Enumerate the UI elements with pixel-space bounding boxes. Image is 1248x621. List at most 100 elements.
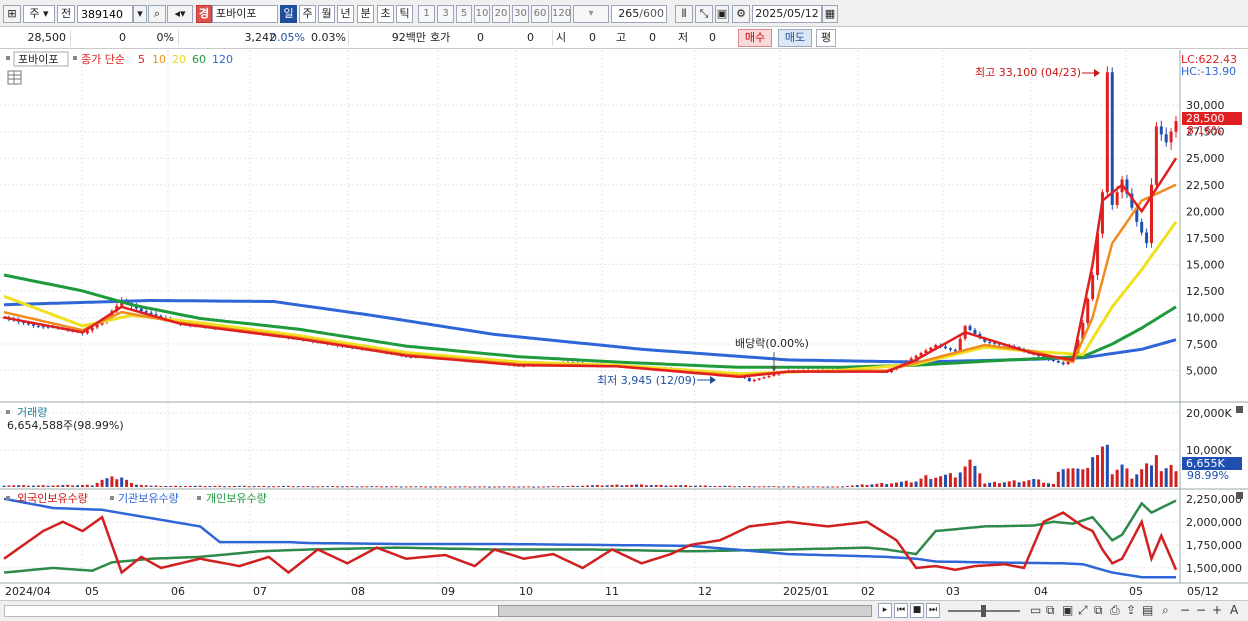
- volume-bar: [306, 486, 310, 488]
- volume-bar: [581, 485, 585, 487]
- interval-1[interactable]: 주: [299, 5, 316, 23]
- stock-name-field[interactable]: 포바이포: [212, 5, 278, 23]
- stock-code-input[interactable]: [77, 5, 133, 23]
- candle-body: [1145, 232, 1149, 244]
- fit-icon[interactable]: ⤢: [1078, 603, 1088, 618]
- candle-body: [1174, 121, 1178, 132]
- period-dropdown[interactable]: 주 ▾: [23, 5, 55, 23]
- interval-0[interactable]: 일: [280, 5, 297, 23]
- price-tick-label: 22,500: [1186, 179, 1225, 192]
- individual-legend[interactable]: 개인보유수량: [206, 492, 267, 505]
- volume-bar: [1125, 468, 1129, 487]
- volume-bar: [316, 486, 320, 488]
- foreign-legend[interactable]: 외국인보유수량: [17, 492, 88, 505]
- institution-legend[interactable]: 기관보유수량: [118, 492, 179, 505]
- candle-body: [1105, 72, 1109, 193]
- volume-bar: [841, 486, 845, 488]
- code-dropdown-icon[interactable]: ▾: [133, 5, 147, 23]
- date-field[interactable]: 2025/05/12: [752, 5, 822, 23]
- scroll-last-icon[interactable]: ⏭: [926, 603, 940, 618]
- minus-icon[interactable]: −: [1196, 603, 1206, 618]
- pane-close-icon[interactable]: [1236, 492, 1243, 499]
- interval-2[interactable]: 월: [318, 5, 335, 23]
- volume-bar: [1081, 469, 1085, 487]
- zoom-out-icon[interactable]: −: [1180, 603, 1190, 618]
- volume-bar: [149, 485, 153, 487]
- period-number-7[interactable]: 120: [551, 5, 571, 23]
- volume-bar: [12, 485, 16, 487]
- period-number-4[interactable]: 20: [492, 5, 510, 23]
- candle-type-icon[interactable]: ⫴: [675, 5, 693, 23]
- layout2-icon[interactable]: ⧉: [1046, 603, 1055, 618]
- sell-button[interactable]: 매도: [778, 29, 812, 47]
- plus-icon[interactable]: +: [1212, 603, 1222, 618]
- custom-period-dropdown[interactable]: ▾: [573, 5, 609, 23]
- layout-icon[interactable]: ▭: [1030, 603, 1041, 618]
- candle-body: [948, 348, 952, 350]
- volume-bar: [762, 486, 766, 488]
- period-number-1[interactable]: 3: [437, 5, 454, 23]
- volume-bar: [458, 486, 462, 488]
- export-icon[interactable]: ⇪: [1126, 603, 1136, 618]
- x-tick-label: 09: [441, 585, 455, 598]
- count-field[interactable]: 265/600: [611, 5, 667, 23]
- search-icon[interactable]: ⌕: [148, 5, 166, 23]
- volume-bar: [169, 485, 173, 487]
- volume-bar: [120, 477, 124, 487]
- price-tick-label: 12,500: [1186, 285, 1225, 298]
- scroll-first-icon[interactable]: ⏮: [894, 603, 908, 618]
- print-icon[interactable]: ⎙: [1110, 603, 1120, 618]
- speaker-icon[interactable]: ◂▾: [167, 5, 193, 23]
- gear-icon[interactable]: ⚙: [732, 5, 750, 23]
- volume-title[interactable]: 거래량: [17, 406, 47, 419]
- average-button[interactable]: 평: [816, 29, 836, 47]
- zoom-slider-handle[interactable]: [981, 605, 986, 617]
- volume-bar: [487, 486, 491, 488]
- volume-bar: [738, 486, 742, 488]
- interval-6[interactable]: 틱: [396, 5, 413, 23]
- scroll-thumb[interactable]: [498, 605, 872, 617]
- x-tick-label: 05: [1129, 585, 1143, 598]
- chart-save-icon[interactable]: ▤: [1142, 603, 1153, 618]
- prev-button[interactable]: 전: [57, 5, 75, 23]
- period-number-2[interactable]: 5: [456, 5, 472, 23]
- volume-bar: [1096, 455, 1100, 487]
- interval-4[interactable]: 분: [357, 5, 374, 23]
- volume-bar: [179, 486, 183, 488]
- volume-bar: [546, 486, 550, 488]
- x-tick-label: 10: [519, 585, 533, 598]
- volume-bar: [983, 483, 987, 487]
- quote-vol-pct: 0.05%: [270, 31, 305, 44]
- calendar-icon[interactable]: ▦: [822, 5, 838, 23]
- save-icon[interactable]: ▣: [715, 5, 729, 23]
- layout3-icon[interactable]: ▣: [1062, 603, 1073, 618]
- zoom-icon[interactable]: ⌕: [1162, 603, 1169, 618]
- scroll-right-icon[interactable]: ▸: [878, 603, 892, 618]
- period-number-5[interactable]: 30: [512, 5, 529, 23]
- draw-tool-icon[interactable]: ⤡: [695, 5, 713, 23]
- pane-close-icon[interactable]: [1236, 406, 1243, 413]
- volume-bar: [919, 478, 923, 487]
- volume-bar: [257, 486, 261, 488]
- high-label: 고: [616, 31, 627, 44]
- volume-bar: [370, 486, 374, 488]
- period-number-3[interactable]: 10: [474, 5, 490, 23]
- interval-3[interactable]: 년: [337, 5, 354, 23]
- copy-icon[interactable]: ⧉: [1094, 603, 1103, 618]
- volume-bar: [1135, 474, 1139, 487]
- stop-icon[interactable]: ■: [910, 603, 924, 618]
- period-number-6[interactable]: 60: [531, 5, 549, 23]
- period-number-0[interactable]: 1: [418, 5, 435, 23]
- font-size-icon[interactable]: A: [1230, 603, 1238, 618]
- volume-bar: [948, 473, 952, 487]
- volume-bar: [345, 486, 349, 488]
- interval-5[interactable]: 초: [377, 5, 394, 23]
- chart-area[interactable]: 30,00027,50025,00022,50020,00017,50015,0…: [0, 50, 1248, 600]
- indicator-legend[interactable]: 종가 단순: [81, 53, 125, 66]
- volume-bar: [262, 485, 266, 487]
- window-menu-icon[interactable]: ⊞: [3, 5, 21, 23]
- buy-button[interactable]: 매수: [738, 29, 772, 47]
- volume-bar: [845, 486, 849, 488]
- volume-bar: [129, 482, 133, 487]
- volume-bar: [826, 486, 830, 488]
